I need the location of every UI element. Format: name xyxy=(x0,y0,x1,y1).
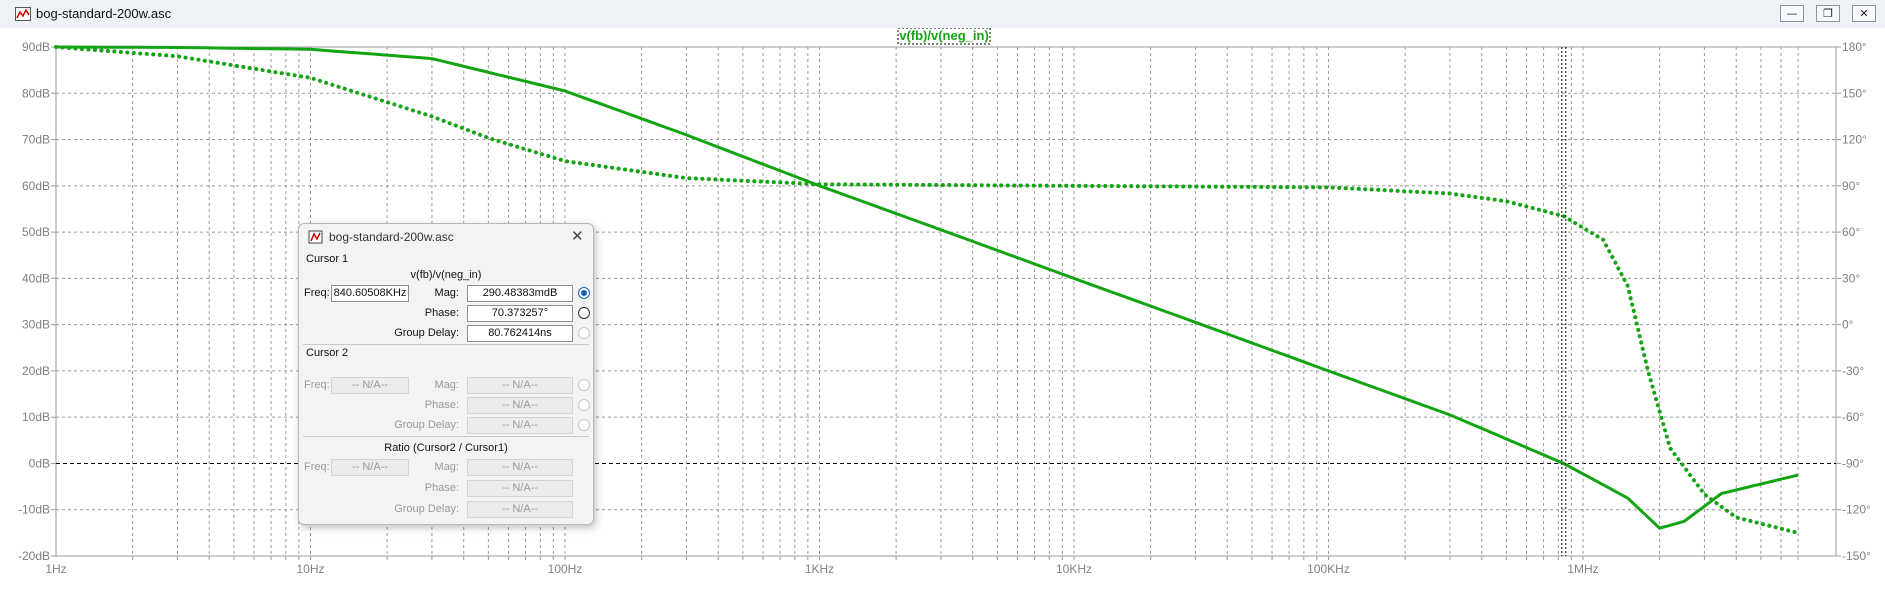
left-tick-label: 0dB xyxy=(29,456,50,470)
cursor2-label: Cursor 2 xyxy=(306,347,349,359)
waveform-app-icon xyxy=(15,7,31,21)
ratio-freq-field: -- N/A-- xyxy=(331,459,409,476)
cursor1-group-delay-label: Group Delay: xyxy=(394,327,459,339)
cursor1-mag-radio[interactable] xyxy=(578,287,590,299)
close-icon: ✕ xyxy=(1859,7,1869,20)
cursor2-phase-label: Phase: xyxy=(424,399,459,411)
trace-label-box[interactable]: v(fb)/v(neg_in) xyxy=(897,28,991,45)
left-tick-label: 60dB xyxy=(22,179,50,193)
left-tick-label: -20dB xyxy=(18,549,50,563)
ratio-phase-field: -- N/A-- xyxy=(467,480,573,497)
cursor1-phase-label: Phase: xyxy=(424,307,459,319)
left-tick-label: 10dB xyxy=(22,410,50,424)
dialog-close-icon[interactable]: ✕ xyxy=(571,227,584,245)
ratio-phase-label: Phase: xyxy=(424,482,459,494)
cursor2-mag-radio xyxy=(578,379,590,391)
ratio-label: Ratio (Cursor2 / Cursor1) xyxy=(384,442,508,454)
cursor2-mag-label: Mag: xyxy=(434,379,459,391)
x-tick-label: 1Hz xyxy=(45,562,66,576)
close-button[interactable]: ✕ xyxy=(1852,5,1876,22)
cursor2-group-delay-label: Group Delay: xyxy=(394,419,459,431)
left-tick-label: 40dB xyxy=(22,271,50,285)
ratio-group-delay-label: Group Delay: xyxy=(394,503,459,515)
window-title: bog-standard-200w.asc xyxy=(36,6,172,21)
ratio-freq-label: Freq: xyxy=(304,461,330,473)
minimize-button[interactable]: — xyxy=(1780,5,1804,22)
x-tick-label: 10KHz xyxy=(1056,562,1092,576)
minimize-icon: — xyxy=(1786,7,1798,20)
title-bar: bog-standard-200w.asc — ❐ ✕ xyxy=(0,0,1885,29)
maximize-button[interactable]: ❐ xyxy=(1816,5,1840,22)
right-tick-label: -150° xyxy=(1842,549,1871,563)
right-tick-label: 90° xyxy=(1842,179,1860,193)
plot-app-icon xyxy=(308,230,323,244)
x-tick-label: 10Hz xyxy=(296,562,324,576)
right-tick-label: 60° xyxy=(1842,225,1860,239)
cursor2-freq-label: Freq: xyxy=(304,379,330,391)
ratio-group-delay-field: -- N/A-- xyxy=(467,501,573,518)
right-tick-label: -90° xyxy=(1842,456,1864,470)
separator xyxy=(303,344,589,345)
cursor1-freq-label: Freq: xyxy=(304,287,330,299)
cursor1-phase-radio[interactable] xyxy=(578,307,590,319)
dialog-title: bog-standard-200w.asc xyxy=(329,230,454,244)
restore-icon: ❐ xyxy=(1823,7,1833,20)
cursor1-freq-field[interactable]: 840.60508KHz xyxy=(331,285,409,302)
left-tick-label: 70dB xyxy=(22,133,50,147)
cursor1-mag-label: Mag: xyxy=(434,287,459,299)
right-tick-label: 0° xyxy=(1842,318,1854,332)
cursor2-mag-field: -- N/A-- xyxy=(467,377,573,394)
left-tick-label: 80dB xyxy=(22,86,50,100)
x-tick-label: 100KHz xyxy=(1307,562,1350,576)
x-tick-label: 1KHz xyxy=(805,562,834,576)
ratio-mag-label: Mag: xyxy=(434,461,459,473)
bode-plot[interactable]: 90dB 180° 80dB 150° 70dB 120° 60dB 90° 50dB 60° 40… xyxy=(0,28,1885,592)
trace-label[interactable]: v(fb)/v(neg_in) xyxy=(899,28,989,43)
cursor2-freq-field: -- N/A-- xyxy=(331,377,409,394)
left-tick-label: 30dB xyxy=(22,318,50,332)
cursor2-group-delay-radio xyxy=(578,419,590,431)
left-tick-label: 90dB xyxy=(22,40,50,54)
x-tick-label: 1MHz xyxy=(1567,562,1598,576)
ratio-mag-field: -- N/A-- xyxy=(467,459,573,476)
right-tick-label: 150° xyxy=(1842,86,1867,100)
left-tick-label: 50dB xyxy=(22,225,50,239)
cursor-dialog[interactable]: bog-standard-200w.asc ✕ Cursor 1 v(fb)/v… xyxy=(298,223,594,525)
cursor1-phase-field[interactable]: 70.373257° xyxy=(467,305,573,322)
cursor1-group-delay-radio[interactable] xyxy=(578,327,590,339)
x-tick-label: 100Hz xyxy=(548,562,583,576)
right-tick-label: 30° xyxy=(1842,271,1860,285)
plot-pane[interactable]: 90dB 180° 80dB 150° 70dB 120° 60dB 90° 50dB 60° 40… xyxy=(0,28,1885,592)
cursor1-label: Cursor 1 xyxy=(306,253,349,265)
cursor-lines[interactable] xyxy=(1561,47,1567,556)
right-tick-label: 120° xyxy=(1842,133,1867,147)
right-tick-label: -120° xyxy=(1842,503,1871,517)
cursor2-group-delay-field: -- N/A-- xyxy=(467,417,573,434)
left-tick-label: 20dB xyxy=(22,364,50,378)
separator xyxy=(303,436,589,437)
cursor1-group-delay-field[interactable]: 80.762414ns xyxy=(467,325,573,342)
cursor2-phase-field: -- N/A-- xyxy=(467,397,573,414)
cursor2-phase-radio xyxy=(578,399,590,411)
axis-ticks: 90dB 180° 80dB 150° 70dB 120° 60dB 90° 50dB 60° 40… xyxy=(18,40,1871,576)
left-tick-label: -10dB xyxy=(18,503,50,517)
right-tick-label: -60° xyxy=(1842,410,1864,424)
right-tick-label: -30° xyxy=(1842,364,1864,378)
cursor1-mag-field[interactable]: 290.48383mdB xyxy=(467,285,573,302)
cursor1-trace-name: v(fb)/v(neg_in) xyxy=(410,269,482,281)
right-tick-label: 180° xyxy=(1842,40,1867,54)
